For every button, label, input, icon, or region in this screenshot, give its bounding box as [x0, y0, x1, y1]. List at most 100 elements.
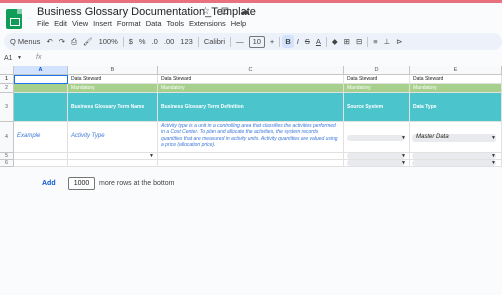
cell-e6-dropdown[interactable]: ▼	[410, 160, 502, 167]
font-family-select[interactable]: Calibri	[201, 33, 228, 50]
menu-file[interactable]: File	[37, 19, 49, 28]
name-box-chevron-down-icon[interactable]: ▼	[17, 55, 22, 61]
chevron-down-icon[interactable]: ▼	[401, 135, 406, 141]
add-rows-button[interactable]: Add	[42, 180, 56, 187]
dropdown-chip	[412, 153, 496, 159]
cell-c2[interactable]: Mandatory	[158, 84, 344, 93]
title-bar: Business Glossary Documentation_Template…	[0, 0, 502, 30]
cell-d6-dropdown[interactable]: ▼	[344, 160, 410, 167]
decrease-decimal-button[interactable]: .0	[149, 33, 161, 50]
column-header-b[interactable]: B	[68, 66, 158, 75]
dropdown-chip	[347, 153, 405, 159]
cell-c3[interactable]: Business Glossary Term Definition	[158, 93, 344, 122]
rows-count-input[interactable]: 1000	[68, 177, 95, 190]
name-box[interactable]: A1	[4, 55, 13, 62]
chevron-down-icon[interactable]: ▼	[491, 135, 496, 141]
cell-e2[interactable]: Mandatory	[410, 84, 502, 93]
menu-bar: File Edit View Insert Format Data Tools …	[37, 19, 246, 28]
print-icon[interactable]: ⎙	[68, 33, 80, 50]
cell-d1[interactable]: Data Steward	[344, 75, 410, 84]
merge-cells-icon[interactable]: ⊟	[353, 33, 365, 50]
cell-c4[interactable]: Activity type is a unit in a controlling…	[158, 122, 344, 153]
menu-extensions[interactable]: Extensions	[189, 19, 226, 28]
cell-d4-dropdown[interactable]: ▼	[344, 122, 410, 153]
text-color-button[interactable]: A	[313, 33, 324, 50]
cell-e4-dropdown[interactable]: Master Data ▼	[410, 122, 502, 153]
toolbar-divider	[279, 36, 281, 47]
cell-e3[interactable]: Data Type	[410, 93, 502, 122]
row-header-6[interactable]: 6	[0, 160, 14, 167]
percent-format-button[interactable]: %	[136, 33, 149, 50]
chevron-down-icon[interactable]: ▼	[491, 160, 496, 166]
row-header-2[interactable]: 2	[0, 84, 14, 93]
menu-data[interactable]: Data	[146, 19, 162, 28]
cell-a6[interactable]	[14, 160, 68, 167]
cell-b6[interactable]	[68, 160, 158, 167]
cell-d2[interactable]: Mandatory	[344, 84, 410, 93]
cell-a3[interactable]	[14, 93, 68, 122]
dropdown-chip	[347, 160, 405, 166]
search-menus-button[interactable]: Q Menus	[4, 33, 43, 50]
row-header-3[interactable]: 3	[0, 93, 14, 122]
dropdown-chip	[412, 160, 496, 166]
sheets-logo-icon[interactable]	[6, 9, 22, 29]
fill-color-icon[interactable]: ◆	[329, 33, 341, 50]
chevron-down-icon[interactable]: ▼	[149, 153, 154, 159]
menu-tools[interactable]: Tools	[167, 19, 185, 28]
currency-format-button[interactable]: $	[126, 33, 136, 50]
menu-view[interactable]: View	[72, 19, 88, 28]
fx-icon: fx	[36, 54, 42, 61]
cell-a1[interactable]	[14, 75, 68, 84]
paint-format-icon[interactable]: 🖌	[80, 33, 96, 50]
cell-c5[interactable]	[158, 153, 344, 160]
row-header-5[interactable]: 5	[0, 153, 14, 160]
bold-button[interactable]: B	[282, 35, 294, 48]
chevron-down-icon[interactable]: ▼	[401, 153, 406, 159]
select-all-corner[interactable]	[0, 66, 14, 75]
decrease-font-size-button[interactable]: —	[233, 33, 247, 50]
horizontal-align-icon[interactable]: ≡	[370, 33, 380, 50]
cell-d5-dropdown[interactable]: ▼	[344, 153, 410, 160]
menu-format[interactable]: Format	[117, 19, 141, 28]
formula-bar: A1 ▼ fx	[0, 54, 502, 66]
text-rotation-icon[interactable]: ⊳	[393, 33, 405, 50]
strikethrough-button[interactable]: S	[302, 33, 313, 50]
column-header-a[interactable]: A	[14, 66, 68, 75]
title-actions-icons[interactable]: ☆ ⊡ ☁	[201, 6, 254, 17]
menu-help[interactable]: Help	[231, 19, 246, 28]
column-header-d[interactable]: D	[344, 66, 410, 75]
cell-a4[interactable]: Example	[14, 122, 68, 153]
redo-icon[interactable]: ↷	[56, 33, 68, 50]
menu-insert[interactable]: Insert	[93, 19, 112, 28]
cell-b3[interactable]: Business Glossary Term Name	[68, 93, 158, 122]
cell-e5-dropdown[interactable]: ▼	[410, 153, 502, 160]
cell-b4[interactable]: Activity Type	[68, 122, 158, 153]
toolbar-divider	[122, 36, 124, 47]
column-header-c[interactable]: C	[158, 66, 344, 75]
cell-a2[interactable]	[14, 84, 68, 93]
cell-e1[interactable]: Data Steward	[410, 75, 502, 84]
undo-icon[interactable]: ↶	[43, 33, 55, 50]
vertical-align-icon[interactable]: ⊥	[381, 33, 394, 50]
cell-c6[interactable]	[158, 160, 344, 167]
cell-c1[interactable]: Data Steward	[158, 75, 344, 84]
font-size-input[interactable]: 10	[248, 35, 265, 48]
chevron-down-icon[interactable]: ▼	[491, 153, 496, 159]
italic-button[interactable]: I	[294, 33, 302, 50]
chevron-down-icon[interactable]: ▼	[401, 160, 406, 166]
rows-suffix-label: more rows at the bottom	[99, 180, 175, 187]
increase-decimal-button[interactable]: .00	[161, 33, 177, 50]
cell-b2[interactable]: Mandatory	[68, 84, 158, 93]
row-header-1[interactable]: 1	[0, 75, 14, 84]
zoom-select[interactable]: 100%	[96, 33, 121, 50]
column-header-e[interactable]: E	[410, 66, 502, 75]
cell-a5[interactable]	[14, 153, 68, 160]
row-header-4[interactable]: 4	[0, 122, 14, 153]
cell-b1[interactable]: Data Steward	[68, 75, 158, 84]
cell-d3[interactable]: Source System	[344, 93, 410, 122]
menu-edit[interactable]: Edit	[54, 19, 67, 28]
number-format-button[interactable]: 123	[177, 33, 196, 50]
cell-b5[interactable]: ▼	[68, 153, 158, 160]
increase-font-size-button[interactable]: +	[267, 33, 277, 50]
borders-icon[interactable]: ⊞	[341, 33, 353, 50]
